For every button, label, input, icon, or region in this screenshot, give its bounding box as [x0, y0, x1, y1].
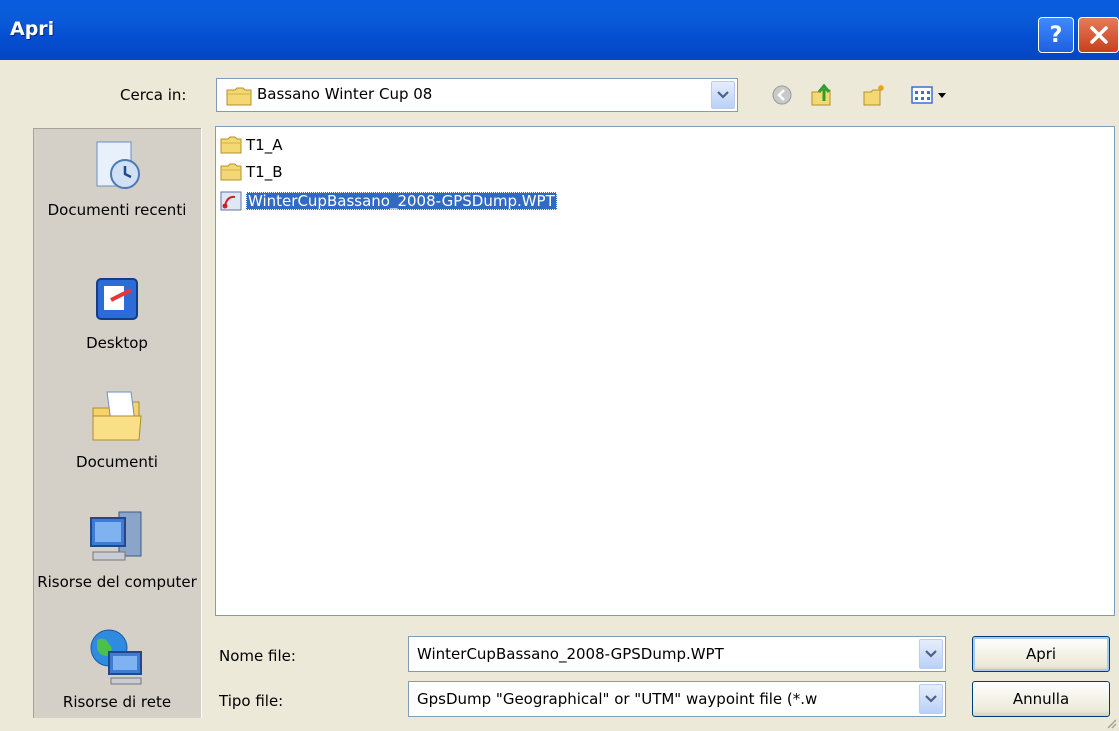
window-title: Apri — [10, 18, 55, 40]
title-bar: Apri ? — [0, 0, 1119, 60]
my-computer-icon — [90, 511, 142, 561]
network-icon — [90, 629, 142, 685]
filename-input[interactable]: WinterCupBassano_2008-GPSDump.WPT — [408, 636, 946, 672]
filename-value: WinterCupBassano_2008-GPSDump.WPT — [417, 645, 724, 663]
back-icon — [772, 85, 792, 105]
filetype-label: Tipo file: — [219, 692, 284, 710]
file-item-selected[interactable]: WinterCupBassano_2008-GPSDump.WPT — [220, 191, 557, 211]
folder-icon — [226, 87, 252, 106]
cancel-button[interactable]: Annulla — [972, 681, 1110, 717]
close-icon — [1089, 26, 1108, 44]
view-menu-button[interactable] — [905, 82, 959, 108]
cancel-button-label: Annulla — [1012, 690, 1070, 708]
place-label: Risorse di rete — [62, 693, 172, 711]
open-button-label: Apri — [1025, 645, 1057, 663]
chevron-down-icon — [925, 650, 937, 658]
recent-documents-icon — [96, 141, 140, 189]
new-folder-icon — [863, 85, 884, 106]
file-name: T1_B — [246, 163, 283, 181]
place-label: Documenti recenti — [47, 201, 187, 219]
view-menu-icon — [911, 86, 946, 104]
filetype-select[interactable]: GpsDump "Geographical" or "UTM" waypoint… — [408, 681, 946, 717]
folder-icon — [220, 136, 242, 154]
resize-grip-icon[interactable] — [1105, 717, 1117, 729]
place-network[interactable]: Risorse di rete — [33, 626, 201, 712]
look-in-value: Bassano Winter Cup 08 — [257, 85, 433, 103]
filetype-dropdown-button[interactable] — [919, 684, 943, 714]
places-bar: Documenti recenti Desktop Documenti Riso… — [33, 128, 202, 718]
filetype-value: GpsDump "Geographical" or "UTM" waypoint… — [417, 690, 818, 708]
up-folder-button[interactable] — [808, 82, 836, 108]
place-label: Desktop — [86, 334, 148, 352]
filename-dropdown-button[interactable] — [919, 639, 943, 669]
back-button[interactable] — [768, 82, 796, 108]
documents-icon — [92, 391, 142, 441]
help-icon: ? — [1049, 22, 1063, 48]
place-my-computer[interactable]: Risorse del computer — [33, 508, 201, 592]
place-label: Risorse del computer — [37, 573, 197, 591]
file-name: T1_A — [246, 136, 283, 154]
up-folder-icon — [811, 83, 831, 106]
close-button[interactable] — [1078, 17, 1119, 53]
new-folder-button[interactable] — [860, 82, 888, 108]
open-button[interactable]: Apri — [972, 636, 1110, 672]
chevron-down-icon — [717, 91, 729, 99]
folder-item[interactable]: T1_B — [220, 162, 283, 182]
waypoint-file-icon — [220, 191, 242, 211]
help-button[interactable]: ? — [1038, 17, 1074, 53]
file-list[interactable]: T1_A T1_B WinterCupBassano_2008-GPSDump.… — [215, 126, 1115, 616]
filename-label: Nome file: — [219, 647, 296, 665]
place-documents[interactable]: Documenti — [33, 388, 201, 472]
folder-item[interactable]: T1_A — [220, 135, 282, 155]
look-in-dropdown-button[interactable] — [711, 81, 735, 109]
place-label: Documenti — [76, 453, 158, 471]
place-recent-documents[interactable]: Documenti recenti — [33, 136, 201, 220]
place-desktop[interactable]: Desktop — [33, 273, 201, 353]
file-name: WinterCupBassano_2008-GPSDump.WPT — [246, 192, 557, 210]
folder-icon — [220, 163, 242, 181]
look-in-combo[interactable]: Bassano Winter Cup 08 — [216, 78, 738, 112]
desktop-icon — [96, 278, 138, 320]
chevron-down-icon — [925, 695, 937, 703]
look-in-label: Cerca in: — [120, 86, 187, 104]
